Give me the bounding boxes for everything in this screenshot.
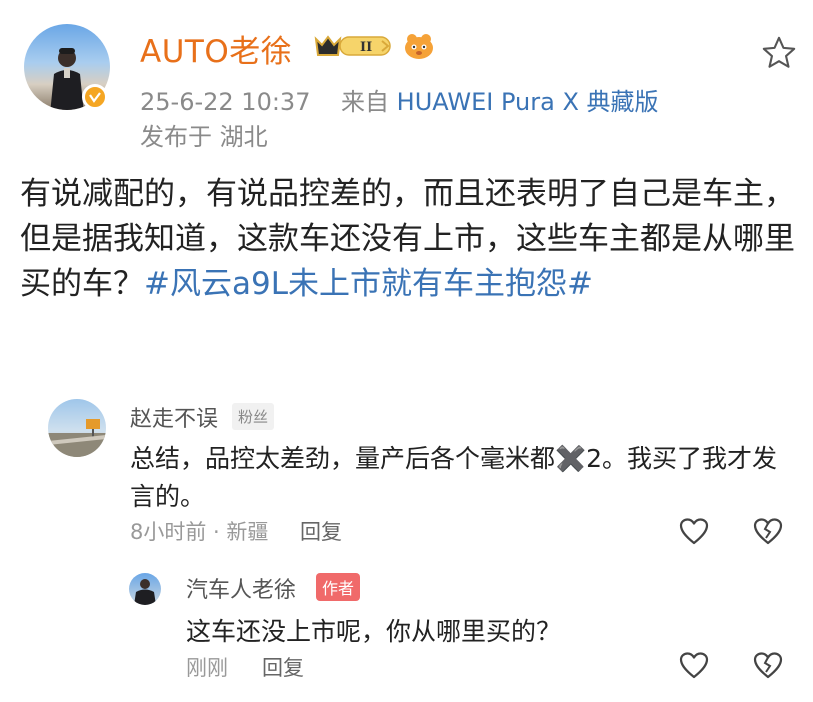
- crown-badge-icon: II: [314, 35, 391, 56]
- post-meta: 25-6-22 10:37 来自 HUAWEI Pura X 典藏版: [140, 82, 659, 117]
- heart-icon[interactable]: [678, 516, 710, 546]
- level-text: II: [360, 40, 372, 55]
- level-badge: II: [312, 30, 436, 62]
- replier-avatar[interactable]: [129, 573, 161, 605]
- reply-meta: 刚刚: [186, 656, 228, 680]
- comment-reply-button[interactable]: 回复: [300, 516, 342, 546]
- source-prefix: 来自: [341, 88, 390, 116]
- reply-reply-button[interactable]: 回复: [262, 652, 304, 682]
- fan-badge: 粉丝: [232, 403, 275, 430]
- post-text: 有说减配的，有说品控差的，而且还表明了自己是车主，但是据我知道，这款车还没有上市…: [20, 172, 800, 307]
- verified-icon: [82, 84, 108, 110]
- hashtag-link[interactable]: #风云a9L未上市就有车主抱怨#: [144, 266, 593, 302]
- broken-heart-icon[interactable]: [752, 516, 784, 546]
- heart-icon[interactable]: [678, 650, 710, 680]
- reply-text: 这车还没上市呢，你从哪里买的？: [186, 617, 562, 646]
- post-location: 发布于 湖北: [140, 123, 268, 151]
- broken-heart-icon[interactable]: [752, 650, 784, 680]
- star-icon[interactable]: [760, 34, 798, 72]
- commenter-name[interactable]: 赵走不误: [130, 401, 218, 433]
- author-name[interactable]: AUTO老徐: [140, 26, 292, 71]
- author-badge: 作者: [316, 573, 361, 601]
- pet-icon: [405, 34, 433, 59]
- commenter-avatar[interactable]: [48, 399, 106, 457]
- replier-name[interactable]: 汽车人老徐: [186, 572, 296, 604]
- comment-meta: 8小时前 · 新疆: [130, 520, 269, 544]
- post-time: 25-6-22 10:37: [140, 88, 311, 116]
- comment-text: 总结，品控太差劲，量产后各个毫米都✖️2。我买了我才发言的。: [130, 444, 778, 511]
- source-device-link[interactable]: HUAWEI Pura X 典藏版: [397, 88, 659, 116]
